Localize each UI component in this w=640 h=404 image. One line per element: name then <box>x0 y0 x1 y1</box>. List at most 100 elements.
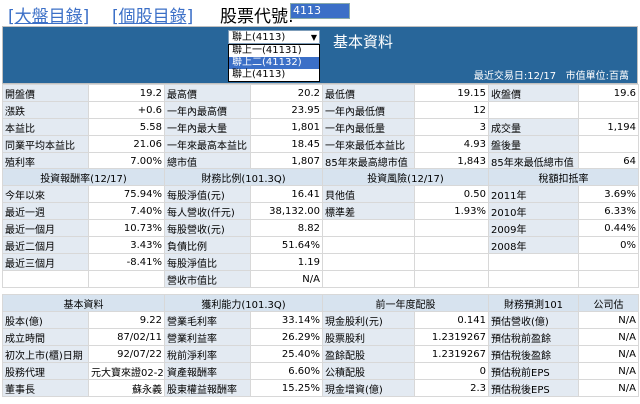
field-value: N/A <box>578 328 639 346</box>
last-trade-date: 最近交易日:12/17 <box>473 71 557 82</box>
top-nav: [大盤目錄] [個股目錄] 股票代號: 4113 <box>0 0 640 27</box>
stock-code-input[interactable]: 4113 <box>290 3 350 19</box>
field-value: 18.45 <box>250 135 323 153</box>
field-value: 1,843 <box>414 152 489 170</box>
field-value: 3.69% <box>578 185 639 203</box>
field-value: 75.94% <box>88 185 165 203</box>
chevron-down-icon[interactable]: ▼ <box>311 31 317 44</box>
profile-row: 股本(億) 9.22 營業毛利率 33.14% 現金股利(元) 0.141 預估營收(億) N… <box>2 311 639 329</box>
field-value: 0.50 <box>414 185 489 203</box>
field-label <box>322 270 415 288</box>
profile-table: 基本資料 獲利能力(101.3Q) 前一年度配股 財務預測101 公司估 股本(億) 9.2… <box>2 294 639 397</box>
field-value: 33.14% <box>250 311 323 329</box>
field-value: 1,801 <box>250 118 323 136</box>
field-value: 51.64% <box>250 236 323 254</box>
stock-select[interactable]: 聯上(4113) ▼ <box>228 30 320 44</box>
field-value: 20.2 <box>250 84 323 102</box>
field-label <box>488 101 579 119</box>
ratio-row: 最近一週 7.40% 每人營收(仟元) 38,132.00 標準差 1.93% 2010年 6… <box>2 202 639 220</box>
field-label: 每股淨值(元) <box>164 185 251 203</box>
field-value: 26.29% <box>250 328 323 346</box>
field-value: 64 <box>578 152 639 170</box>
section-header: 稅額扣抵率 <box>488 168 639 186</box>
ratio-row: 營收市值比 N/A <box>2 270 639 288</box>
field-label: 資產報酬率 <box>164 362 251 380</box>
field-label: 股票股利 <box>322 328 415 346</box>
field-label: 殖利率 <box>2 152 89 170</box>
field-value: N/A <box>578 345 639 363</box>
select-option[interactable]: 聯上(4113) <box>229 69 319 81</box>
field-label: 標準差 <box>322 202 415 220</box>
stock-index-link[interactable]: [個股目錄] <box>112 2 193 27</box>
field-value: 1,194 <box>578 118 639 136</box>
field-label: 貝他值 <box>322 185 415 203</box>
field-label: 一年內最低價 <box>322 101 415 119</box>
field-value <box>578 101 639 119</box>
field-label: 最近三個月 <box>2 253 89 271</box>
field-value: 5.58 <box>88 118 165 136</box>
field-label: 股務代理 <box>2 362 89 380</box>
unit-label: 市值單位:百萬 <box>565 71 629 82</box>
field-value: N/A <box>250 270 323 288</box>
field-label <box>322 219 415 237</box>
profile-row: 董事長 蘇永義 股東權益報酬率 15.25% 現金增資(億) 2.3 預估稅後EPS N/A <box>2 379 639 397</box>
field-label: 今年以來 <box>2 185 89 203</box>
field-value: 3.43% <box>88 236 165 254</box>
ratio-row: 最近二個月 3.43% 負債比例 51.64% 2008年 0% <box>2 236 639 254</box>
field-value: 12 <box>414 101 489 119</box>
field-label: 最近二個月 <box>2 236 89 254</box>
field-value: 3 <box>414 118 489 136</box>
section-header: 投資報酬率(12/17) <box>2 168 165 186</box>
field-label: 營收市值比 <box>164 270 251 288</box>
market-index-link[interactable]: [大盤目錄] <box>8 2 89 27</box>
field-value <box>578 253 639 271</box>
field-label: 成交量 <box>488 118 579 136</box>
field-value: 19.6 <box>578 84 639 102</box>
field-label: 預估稅後EPS <box>488 379 579 397</box>
field-label: 2010年 <box>488 202 579 220</box>
field-label <box>488 253 579 271</box>
field-value: 92/07/22 <box>88 345 165 363</box>
field-value <box>414 253 489 271</box>
quote-table: 開盤價 19.2 最高價 20.2 最低價 19.15 收盤價 19.6 漲跌 +0.6 一年內最高… <box>2 84 639 170</box>
field-value <box>414 270 489 288</box>
quote-row: 本益比 5.58 一年內最大量 1,801 一年內最低量 3 成交量 1,194 <box>2 118 639 136</box>
field-value: 10.73% <box>88 219 165 237</box>
field-label: 本益比 <box>2 118 89 136</box>
section-header: 投資風險(12/17) <box>322 168 489 186</box>
field-label: 一年來最高本益比 <box>164 135 251 153</box>
field-label: 預估稅後盈餘 <box>488 345 579 363</box>
field-value: 7.00% <box>88 152 165 170</box>
field-value: 19.15 <box>414 84 489 102</box>
quote-row: 開盤價 19.2 最高價 20.2 最低價 19.15 收盤價 19.6 <box>2 84 639 102</box>
field-label: 85年來最低總市值 <box>488 152 579 170</box>
field-value: 1.2319267 <box>414 345 489 363</box>
header-meta: 最近交易日:12/17 市值單位:百萬 <box>474 67 629 82</box>
ratios-table: 投資報酬率(12/17) 財務比例(101.3Q) 投資風險(12/17) 稅額扣抵率… <box>2 168 639 288</box>
field-label: 預估稅前盈餘 <box>488 328 579 346</box>
field-value: 16.41 <box>250 185 323 203</box>
field-label: 稅前淨利率 <box>164 345 251 363</box>
select-option[interactable]: 聯上一(41131) <box>229 45 319 57</box>
field-label: 收盤價 <box>488 84 579 102</box>
field-value <box>88 270 165 288</box>
field-label: 最近一個月 <box>2 219 89 237</box>
profile-row: 股務代理元大寶來證02-25865859資產報酬率6.60%公積配股0預估稅前E… <box>2 362 639 380</box>
quote-row: 漲跌 +0.6 一年內最高價 23.95 一年內最低價 12 <box>2 101 639 119</box>
select-option[interactable]: 聯上二(41132) <box>229 57 319 69</box>
field-value: 0% <box>578 236 639 254</box>
stock-select-value: 聯上(4113) <box>232 32 286 43</box>
ratio-row: 今年以來 75.94% 每股淨值(元) 16.41 貝他值 0.50 2011年 3.69% <box>2 185 639 203</box>
field-label: 2011年 <box>488 185 579 203</box>
field-label: 股本(億) <box>2 311 89 329</box>
field-value: N/A <box>578 362 639 380</box>
field-value: 6.60% <box>250 362 323 380</box>
field-value: 9.22 <box>88 311 165 329</box>
field-label: 同業平均本益比 <box>2 135 89 153</box>
info-header: 基本資料 最近交易日:12/17 市值單位:百萬 <box>2 26 638 84</box>
field-label: 公積配股 <box>322 362 415 380</box>
field-value: -8.41% <box>88 253 165 271</box>
field-label: 一年內最大量 <box>164 118 251 136</box>
field-label: 總市值 <box>164 152 251 170</box>
field-label: 一年內最高價 <box>164 101 251 119</box>
